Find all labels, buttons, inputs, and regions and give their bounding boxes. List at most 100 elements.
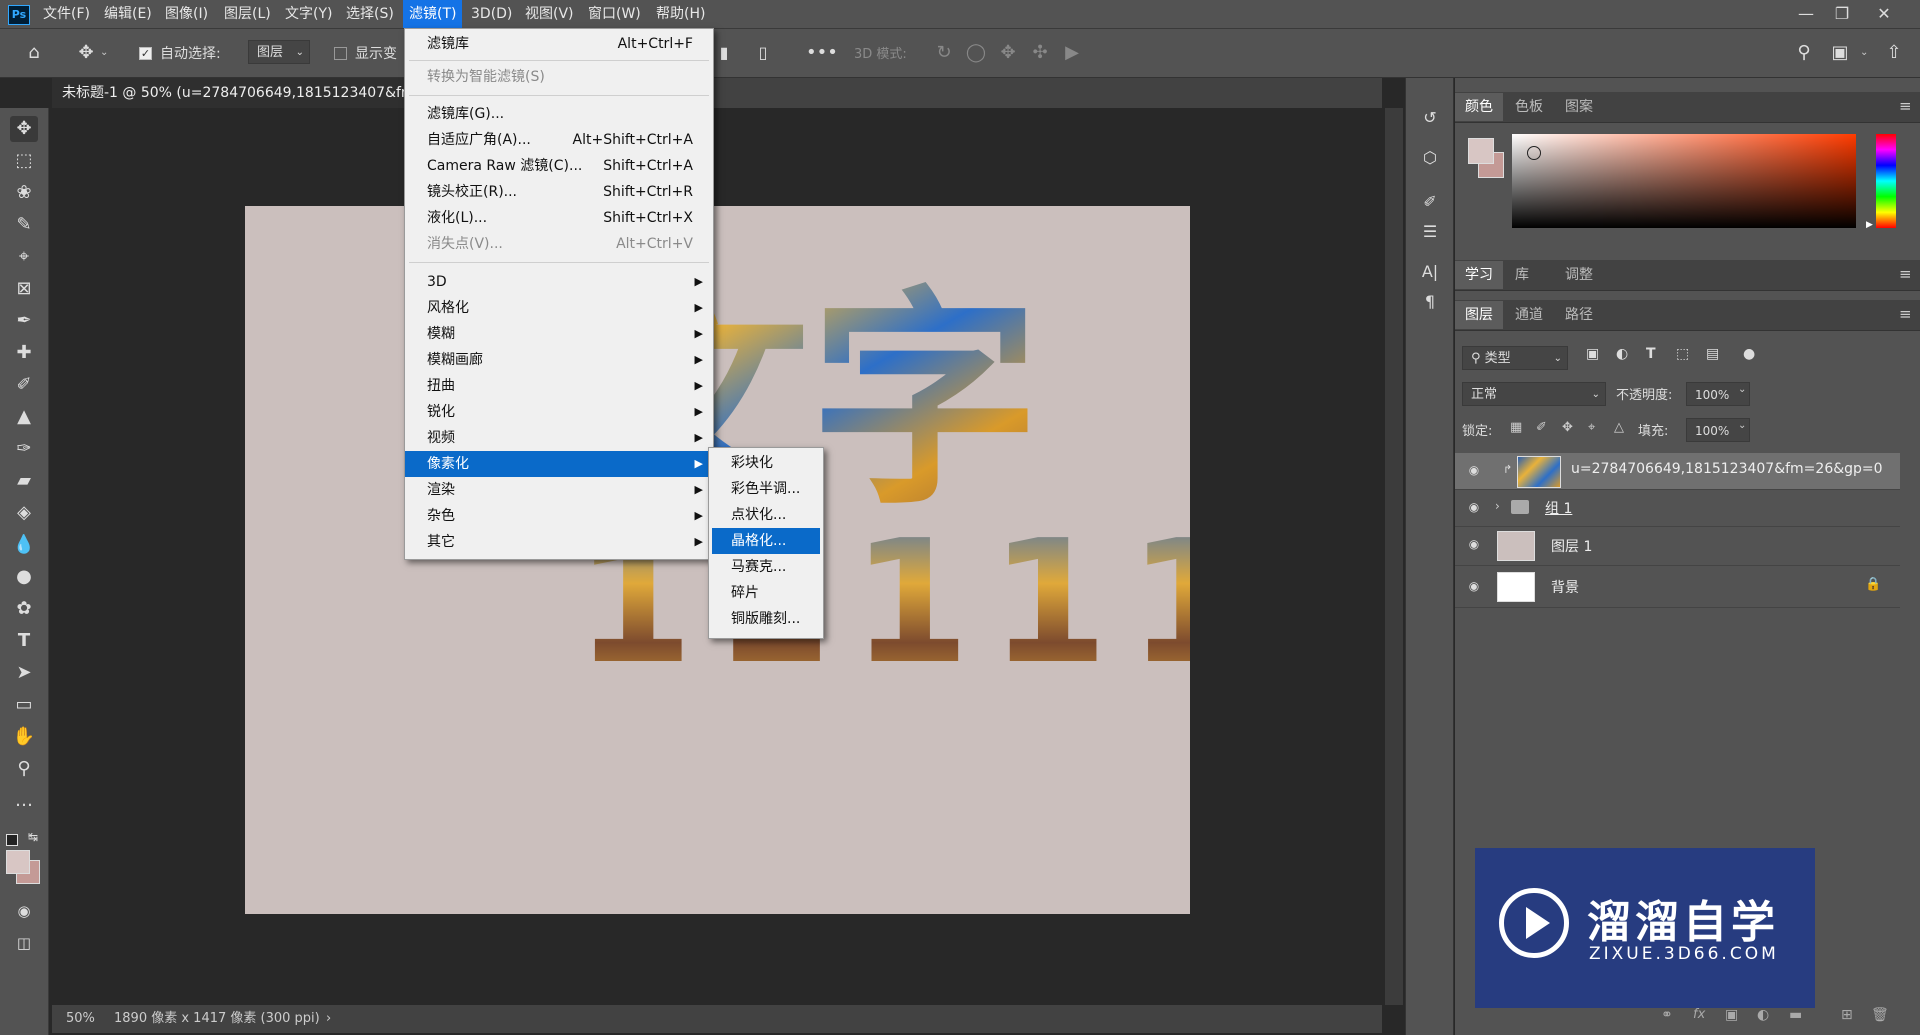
new-adjustment-icon[interactable]: ◐ <box>1757 1007 1769 1023</box>
move-tool-icon[interactable]: ✥ <box>10 116 38 142</box>
history-brush-tool-icon[interactable]: ✑ <box>10 436 38 462</box>
visibility-eye-icon[interactable]: ◉ <box>1465 500 1483 516</box>
chevron-down-icon[interactable]: ⌄ <box>100 47 108 58</box>
menu-item-filter-gallery-last[interactable]: 滤镜库 Alt+Ctrl+F <box>405 31 713 57</box>
link-layers-icon[interactable]: ⚭ <box>1661 1007 1673 1023</box>
submenu-render[interactable]: 渲染 ▶ <box>405 477 713 503</box>
filter-shape-icon[interactable]: ⬚ <box>1676 346 1689 362</box>
submenu-pixelate[interactable]: 像素化 ▶ <box>405 451 713 477</box>
3d-roll-icon[interactable]: ◯ <box>964 41 988 65</box>
history-icon[interactable]: ↺ <box>1418 106 1442 130</box>
menu-layer[interactable]: 图层(L) <box>218 0 277 28</box>
filter-image-icon[interactable]: ▣ <box>1586 346 1599 362</box>
quick-select-tool-icon[interactable]: ✎ <box>10 212 38 238</box>
3d-panel-icon[interactable]: ⬡ <box>1418 146 1442 170</box>
chevron-down-icon[interactable]: ⌄ <box>1738 420 1746 431</box>
menu-type[interactable]: 文字(Y) <box>279 0 338 28</box>
chevron-right-icon[interactable]: › <box>1495 499 1500 513</box>
screen-mode-icon[interactable]: ◫ <box>10 930 38 956</box>
distribute-icon[interactable]: ▯ <box>751 41 775 65</box>
search-icon[interactable]: ⚲ <box>1792 41 1816 65</box>
chevron-down-icon[interactable]: ⌄ <box>1860 47 1868 58</box>
menu-3d[interactable]: 3D(D) <box>465 0 518 28</box>
lock-position-icon[interactable]: ✥ <box>1562 420 1573 435</box>
menu-file[interactable]: 文件(F) <box>37 0 96 28</box>
tab-patterns[interactable]: 图案 <box>1555 93 1603 121</box>
menu-window[interactable]: 窗口(W) <box>582 0 647 28</box>
quick-mask-icon[interactable]: ◉ <box>10 898 38 924</box>
layer-row[interactable]: ◉ › 组 1 <box>1455 490 1900 527</box>
layer-row[interactable]: ◉ 背景 🔒 <box>1455 567 1900 608</box>
filter-type-icon[interactable]: T <box>1646 346 1656 362</box>
brush-tool-icon[interactable]: ✐ <box>10 372 38 398</box>
hue-slider[interactable] <box>1876 134 1896 228</box>
color-fg-swatch[interactable] <box>1468 138 1494 164</box>
submenu-stylize[interactable]: 风格化 ▶ <box>405 295 713 321</box>
visibility-eye-icon[interactable]: ◉ <box>1465 537 1483 553</box>
healing-brush-tool-icon[interactable]: ✚ <box>10 340 38 366</box>
adjustments-icon[interactable]: ☰ <box>1418 220 1442 244</box>
add-mask-icon[interactable]: ▣ <box>1725 1007 1738 1023</box>
path-select-tool-icon[interactable]: ➤ <box>10 660 38 686</box>
submenu-blur-gallery[interactable]: 模糊画廊 ▶ <box>405 347 713 373</box>
tab-swatches[interactable]: 色板 <box>1505 93 1553 121</box>
crop-tool-icon[interactable]: ⌖ <box>10 244 38 270</box>
close-icon[interactable]: ✕ <box>1866 0 1902 28</box>
tab-color[interactable]: 颜色 <box>1455 93 1503 121</box>
zoom-level[interactable]: 50% <box>66 1005 95 1033</box>
brush-settings-icon[interactable]: ✐ <box>1418 190 1442 214</box>
menu-item-mosaic[interactable]: 马赛克... <box>709 554 823 580</box>
menu-item-camera-raw[interactable]: Camera Raw 滤镜(C)... Shift+Ctrl+A <box>405 153 713 179</box>
more-tools-icon[interactable]: … <box>10 788 38 814</box>
tab-libraries[interactable]: 库 <box>1505 261 1539 289</box>
menu-edit[interactable]: 编辑(E) <box>98 0 158 28</box>
tab-learn[interactable]: 学习 <box>1455 261 1503 289</box>
tab-paths[interactable]: 路径 <box>1555 301 1603 329</box>
submenu-sharpen[interactable]: 锐化 ▶ <box>405 399 713 425</box>
menu-view[interactable]: 视图(V) <box>519 0 580 28</box>
new-layer-icon[interactable]: ⊞ <box>1841 1007 1853 1023</box>
menu-item-color-halftone[interactable]: 彩色半调... <box>709 476 823 502</box>
eraser-tool-icon[interactable]: ▰ <box>10 468 38 494</box>
zoom-tool-icon[interactable]: ⚲ <box>10 756 38 782</box>
layer-row[interactable]: ◉ ↱ u=2784706649,1815123407&fm=26&gp=0 <box>1455 453 1900 490</box>
filter-toggle-icon[interactable]: ● <box>1743 346 1755 362</box>
layer-row[interactable]: ◉ 图层 1 <box>1455 527 1900 566</box>
3d-orbit-icon[interactable]: ↻ <box>932 41 956 65</box>
lock-image-icon[interactable]: ✐ <box>1536 420 1547 435</box>
dodge-tool-icon[interactable]: ● <box>10 564 38 590</box>
hand-tool-icon[interactable]: ✋ <box>10 724 38 750</box>
menu-help[interactable]: 帮助(H) <box>650 0 711 28</box>
home-icon[interactable]: ⌂ <box>22 41 46 65</box>
visibility-eye-icon[interactable]: ◉ <box>1465 463 1483 479</box>
layer-filter-dropdown[interactable]: ⚲ 类型 ⌄ <box>1462 346 1568 370</box>
menu-filter[interactable]: 滤镜(T) <box>403 0 463 28</box>
default-colors-icon[interactable] <box>6 834 18 846</box>
tab-channels[interactable]: 通道 <box>1505 301 1553 329</box>
submenu-distort[interactable]: 扭曲 ▶ <box>405 373 713 399</box>
paint-bucket-tool-icon[interactable]: ◈ <box>10 500 38 526</box>
pen-tool-icon[interactable]: ✿ <box>10 596 38 622</box>
color-picker-cursor[interactable] <box>1527 146 1541 160</box>
frame-tool-icon[interactable]: ⊠ <box>10 276 38 302</box>
auto-select-dropdown[interactable]: 图层 ⌄ <box>248 40 310 64</box>
menu-item-mezzotint[interactable]: 铜版雕刻... <box>709 606 823 632</box>
foreground-color-swatch[interactable] <box>6 850 30 874</box>
marquee-tool-icon[interactable]: ⬚ <box>10 148 38 174</box>
swap-colors-icon[interactable]: ↹ <box>28 830 38 844</box>
restore-icon[interactable]: ❐ <box>1824 0 1860 28</box>
tab-adjustments[interactable]: 调整 <box>1555 261 1603 289</box>
align-bottom-icon[interactable]: ▮ <box>712 41 736 65</box>
submenu-noise[interactable]: 杂色 ▶ <box>405 503 713 529</box>
submenu-other[interactable]: 其它 ▶ <box>405 529 713 555</box>
3d-pan-icon[interactable]: ✥ <box>996 41 1020 65</box>
type-tool-icon[interactable]: T <box>10 628 38 654</box>
panel-menu-icon[interactable]: ≡ <box>1899 265 1912 283</box>
menu-item-lens-correction[interactable]: 镜头校正(R)... Shift+Ctrl+R <box>405 179 713 205</box>
lock-artboard-icon[interactable]: ⌖ <box>1588 420 1595 435</box>
minimize-icon[interactable]: — <box>1788 0 1824 28</box>
fx-icon[interactable]: fx <box>1693 1007 1705 1022</box>
chevron-right-icon[interactable]: › <box>326 1005 331 1033</box>
menu-item-fragment[interactable]: 碎片 <box>709 580 823 606</box>
visibility-eye-icon[interactable]: ◉ <box>1465 579 1483 595</box>
